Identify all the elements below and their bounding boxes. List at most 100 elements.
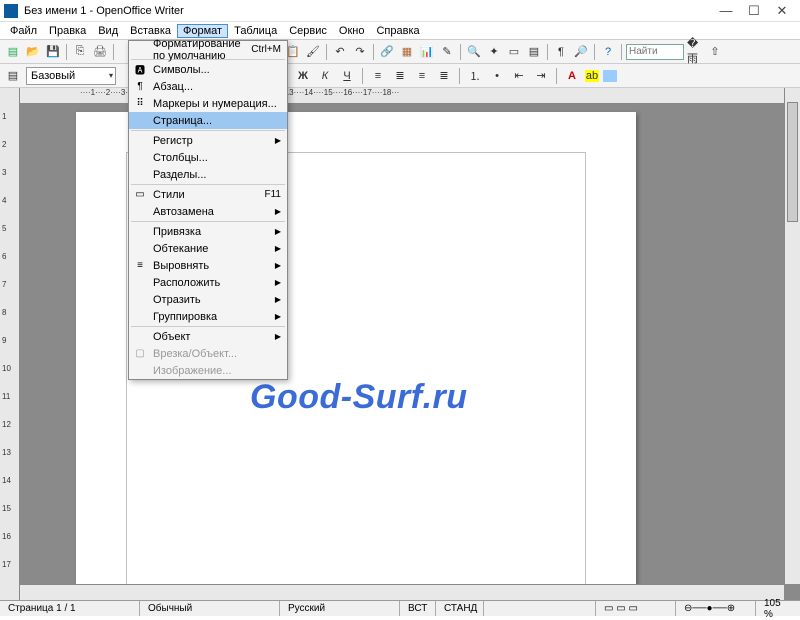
menu-table[interactable]: Таблица: [228, 25, 283, 37]
open-icon[interactable]: 📂: [24, 43, 42, 61]
submenu-arrow-icon: ▶: [275, 136, 281, 145]
submenu-arrow-icon: ▶: [275, 278, 281, 287]
navigator-icon[interactable]: ✦: [485, 43, 503, 61]
menu-styles[interactable]: ▭СтилиF11: [129, 186, 287, 203]
menu-format[interactable]: Формат: [177, 24, 228, 38]
format-paint-icon[interactable]: 🖌: [304, 43, 322, 61]
styles-window-icon[interactable]: ▤: [4, 67, 22, 85]
redo-icon[interactable]: ↷: [351, 43, 369, 61]
align-icon: ≡: [133, 259, 147, 273]
menu-window[interactable]: Окно: [333, 25, 371, 37]
italic-icon[interactable]: К: [316, 67, 334, 85]
app-icon: [4, 4, 18, 18]
menu-help[interactable]: Справка: [370, 25, 425, 37]
menu-group[interactable]: Группировка▶: [129, 308, 287, 325]
menu-page[interactable]: Страница...: [129, 112, 287, 129]
chart-icon[interactable]: 📊: [418, 43, 436, 61]
bgcolor-icon[interactable]: [603, 70, 617, 82]
window-title: Без имени 1 - OpenOffice Writer: [24, 5, 712, 17]
hyperlink-icon[interactable]: 🔗: [378, 43, 396, 61]
menu-image: Изображение...: [129, 362, 287, 379]
menu-arrange[interactable]: Расположить▶: [129, 274, 287, 291]
status-language[interactable]: Русский: [280, 601, 400, 616]
watermark-text: Good-Surf.ru: [250, 378, 468, 417]
underline-icon[interactable]: Ч: [338, 67, 356, 85]
undo-icon[interactable]: ↶: [331, 43, 349, 61]
help-icon[interactable]: ?: [599, 43, 617, 61]
vertical-scrollbar[interactable]: [784, 88, 800, 584]
print-icon[interactable]: 🖨: [91, 43, 109, 61]
datasource-icon[interactable]: ▤: [525, 43, 543, 61]
menu-bar: Файл Правка Вид Вставка Формат Таблица С…: [0, 22, 800, 40]
status-mode[interactable]: СТАНД: [436, 601, 484, 616]
status-insert[interactable]: ВСТ: [400, 601, 436, 616]
save-icon[interactable]: 💾: [44, 43, 62, 61]
status-zoom[interactable]: 105 %: [756, 601, 800, 616]
menu-view[interactable]: Вид: [92, 25, 124, 37]
menu-paragraph[interactable]: ¶Абзац...: [129, 78, 287, 95]
menu-insert[interactable]: Вставка: [124, 25, 177, 37]
char-icon: 🅰: [133, 63, 147, 77]
menu-autocorrect[interactable]: Автозамена▶: [129, 203, 287, 220]
horizontal-scrollbar[interactable]: [20, 584, 784, 600]
export-pdf-icon[interactable]: ⎘: [71, 43, 89, 61]
styles-icon: ▭: [133, 188, 147, 202]
status-view-icons[interactable]: ▭ ▭ ▭: [596, 601, 676, 616]
format-dropdown: Форматирование по умолчанию Ctrl+M 🅰Симв…: [128, 40, 288, 380]
submenu-arrow-icon: ▶: [275, 312, 281, 321]
status-zoom-slider[interactable]: ⊖──●──⊕: [676, 601, 756, 616]
align-right-icon[interactable]: ≡: [413, 67, 431, 85]
status-spacer: [484, 601, 596, 616]
font-color-icon[interactable]: A: [563, 67, 581, 85]
menu-object[interactable]: Объект▶: [129, 328, 287, 345]
scroll-thumb[interactable]: [787, 102, 798, 222]
find-icon[interactable]: 🔍: [465, 43, 483, 61]
numbering-icon[interactable]: ⒈: [466, 67, 484, 85]
show-draw-icon[interactable]: ✎: [438, 43, 456, 61]
document-workspace: 1234567891011121314151617 ····1····2····…: [0, 88, 800, 600]
submenu-arrow-icon: ▶: [275, 332, 281, 341]
bold-icon[interactable]: Ж: [294, 67, 312, 85]
align-left-icon[interactable]: ≡: [369, 67, 387, 85]
submenu-arrow-icon: ▶: [275, 207, 281, 216]
menu-sections[interactable]: Разделы...: [129, 166, 287, 183]
menu-symbols[interactable]: 🅰Символы...: [129, 61, 287, 78]
status-page[interactable]: Страница 1 / 1: [0, 601, 140, 616]
align-center-icon[interactable]: ≣: [391, 67, 409, 85]
gallery-icon[interactable]: ▭: [505, 43, 523, 61]
nonprint-icon[interactable]: ¶: [552, 43, 570, 61]
indent-dec-icon[interactable]: ⇤: [510, 67, 528, 85]
close-button[interactable]: ✕: [768, 3, 796, 19]
menu-tools[interactable]: Сервис: [283, 25, 333, 37]
zoom-icon[interactable]: 🔎: [572, 43, 590, 61]
menu-bullets-numbering[interactable]: ⠿Маркеры и нумерация...: [129, 95, 287, 112]
paragraph-style-combo[interactable]: Базовый: [26, 67, 116, 85]
paragraph-icon: ¶: [133, 80, 147, 94]
indent-inc-icon[interactable]: ⇥: [532, 67, 550, 85]
menu-flip[interactable]: Отразить▶: [129, 291, 287, 308]
standard-toolbar: ▤ 📂 💾 ⎘ 🖨 ✂ ⧉ 📋 🖌 ↶ ↷ 🔗 ▦ 📊 ✎ 🔍 ✦ ▭ ▤ ¶ …: [0, 40, 800, 64]
status-style[interactable]: Обычный: [140, 601, 280, 616]
bullets-icon[interactable]: •: [488, 67, 506, 85]
maximize-button[interactable]: ☐: [740, 3, 768, 19]
frame-icon: ▢: [133, 347, 147, 361]
highlight-icon[interactable]: ab: [585, 70, 599, 82]
find-next-icon[interactable]: �雨: [686, 43, 704, 61]
find-input[interactable]: [626, 44, 684, 60]
menu-columns[interactable]: Столбцы...: [129, 149, 287, 166]
find-prev-icon[interactable]: ⇧: [706, 43, 724, 61]
align-justify-icon[interactable]: ≣: [435, 67, 453, 85]
table-icon[interactable]: ▦: [398, 43, 416, 61]
menu-case[interactable]: Регистр▶: [129, 132, 287, 149]
title-bar: Без имени 1 - OpenOffice Writer — ☐ ✕: [0, 0, 800, 22]
minimize-button[interactable]: —: [712, 3, 740, 18]
menu-edit[interactable]: Правка: [43, 25, 92, 37]
menu-wrap[interactable]: Обтекание▶: [129, 240, 287, 257]
new-doc-icon[interactable]: ▤: [4, 43, 22, 61]
menu-frame: ▢Врезка/Объект...: [129, 345, 287, 362]
menu-align[interactable]: ≡Выровнять▶: [129, 257, 287, 274]
menu-default-formatting[interactable]: Форматирование по умолчанию Ctrl+M: [129, 41, 287, 58]
list-icon: ⠿: [133, 97, 147, 111]
menu-file[interactable]: Файл: [4, 25, 43, 37]
menu-anchor[interactable]: Привязка▶: [129, 223, 287, 240]
